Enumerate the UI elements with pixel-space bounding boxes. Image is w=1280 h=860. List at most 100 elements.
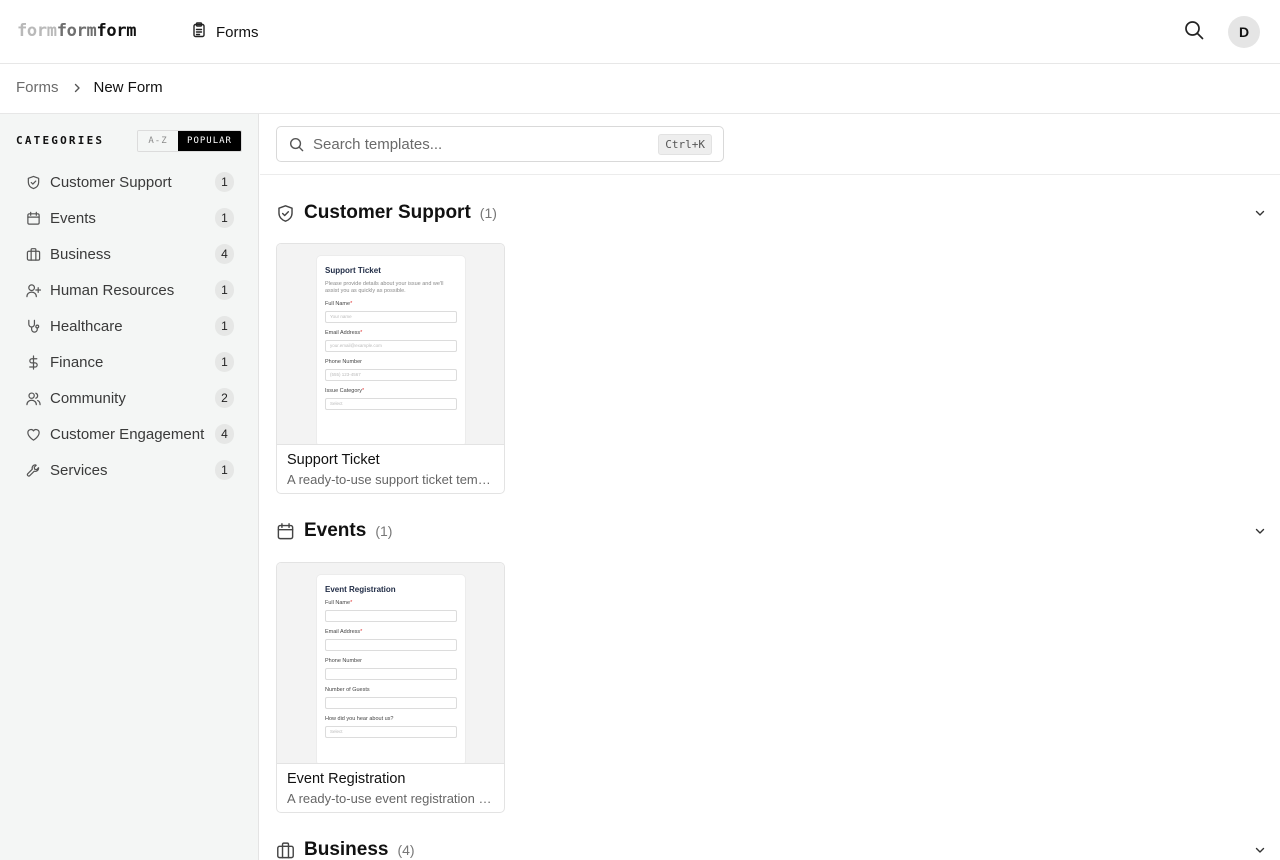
template-card-event-registration[interactable]: Event Registration Full Name* Email Addr… [276,562,505,813]
section-header-business[interactable]: Business (4) [276,836,1266,860]
template-search-input[interactable] [313,127,643,161]
category-count-badge: 4 [215,424,234,444]
sidebar-item-services[interactable]: Services 1 [16,452,242,488]
template-description: A ready-to-use support ticket template [287,472,495,487]
sidebar-item-business[interactable]: Business 4 [16,236,242,272]
required-marker: * [360,629,363,635]
chevron-right-icon [72,83,82,93]
breadcrumb-bar: Forms New Form [0,64,1280,114]
preview-field-input: Select [325,726,457,738]
category-count-badge: 2 [215,388,234,408]
template-description: A ready-to-use event registration templa… [287,791,495,806]
section-header-events[interactable]: Events (1) [276,517,1266,545]
preview-field-label: Full Name [325,600,351,606]
logo-part-2: form [56,21,97,41]
preview-field-input: Select [325,398,457,410]
nav-forms-label: Forms [216,23,259,41]
calendar-icon [276,521,296,541]
template-preview: Event Registration Full Name* Email Addr… [277,563,504,764]
section-title: Customer Support [304,202,471,223]
preview-field-label: Phone Number [325,658,362,664]
user-avatar[interactable]: D [1228,16,1260,48]
sidebar-item-label: Services [50,461,108,479]
section-header-customer-support[interactable]: Customer Support (1) [276,199,1266,227]
chevron-down-icon [1254,524,1266,542]
preview-field-input: (555) 123-4567 [325,369,457,381]
preview-field-label: Issue Category [325,388,362,394]
sidebar-item-label: Finance [50,353,104,371]
category-count-badge: 1 [215,460,234,480]
category-count-badge: 1 [215,208,234,228]
preview-field: Email Address* [325,629,457,651]
preview-field-label: Email Address [325,330,361,336]
preview-field: How did you hear about us? Select [325,716,457,738]
preview-field-label: Full Name [325,301,351,307]
sidebar-item-label: Business [50,245,111,263]
preview-field-label: Email Address [325,629,361,635]
clipboard-icon [191,22,207,42]
section-title: Events [304,520,367,541]
preview-field-label: Phone Number [325,359,362,365]
template-name: Support Ticket [287,452,380,468]
sidebar-item-customer-support[interactable]: Customer Support 1 [16,164,242,200]
section-count: (1) [479,205,497,221]
preview-field: Phone Number [325,658,457,680]
calendar-icon [26,211,41,226]
sort-az-button[interactable]: A-Z [138,131,178,151]
app-logo[interactable]: formformform [17,21,137,41]
required-marker: * [350,301,353,307]
template-search-box: Ctrl+K [276,126,724,162]
sort-popular-button[interactable]: POPULAR [178,131,241,151]
sidebar-item-label: Events [50,209,96,227]
preview-field-input [325,668,457,680]
categories-sidebar: CATEGORIES A-Z POPULAR Customer Support … [0,114,259,860]
sidebar-item-customer-engagement[interactable]: Customer Engagement 4 [16,416,242,452]
category-list: Customer Support 1 Events 1 Business 4 H… [16,164,242,488]
preview-field-label: Number of Guests [325,687,370,693]
preview-title: Support Ticket [325,266,381,275]
sidebar-item-events[interactable]: Events 1 [16,200,242,236]
breadcrumb-forms-link[interactable]: Forms [16,79,59,96]
nav-forms-link[interactable]: Forms [191,20,259,44]
preview-field: Phone Number (555) 123-4567 [325,359,457,381]
section-count: (4) [397,842,415,858]
preview-field-label: How did you hear about us? [325,716,394,722]
header-search-button[interactable] [1182,20,1206,44]
preview-field: Full Name* [325,600,457,622]
required-marker: * [350,600,353,606]
briefcase-icon [276,840,296,860]
category-count-badge: 1 [215,172,234,192]
preview-field-input: Your name [325,311,457,323]
sidebar-item-healthcare[interactable]: Healthcare 1 [16,308,242,344]
section-title: Business [304,839,389,860]
preview-field-input: your.email@example.com [325,340,457,352]
form-preview: Support Ticket Please provide details ab… [317,256,465,444]
template-card-support-ticket[interactable]: Support Ticket Please provide details ab… [276,243,505,494]
search-icon [1184,20,1204,45]
logo-part-3: form [96,21,137,41]
sidebar-item-label: Customer Support [50,173,172,191]
category-count-badge: 1 [215,280,234,300]
preview-field: Full Name* Your name [325,301,457,323]
sort-toggle: A-Z POPULAR [137,130,242,152]
sidebar-item-label: Healthcare [50,317,123,335]
preview-field-input [325,610,457,622]
keyboard-shortcut-badge: Ctrl+K [658,134,712,155]
sidebar-item-label: Human Resources [50,281,175,299]
sidebar-item-finance[interactable]: Finance 1 [16,344,242,380]
template-preview: Support Ticket Please provide details ab… [277,244,504,445]
briefcase-icon [26,247,41,262]
chevron-down-icon [1254,843,1266,860]
preview-field-input [325,697,457,709]
sidebar-item-label: Customer Engagement [50,425,205,443]
sidebar-item-human-resources[interactable]: Human Resources 1 [16,272,242,308]
template-name: Event Registration [287,771,406,787]
preview-field: Issue Category* Select [325,388,457,410]
shield-check-icon [26,175,41,190]
sidebar-item-community[interactable]: Community 2 [16,380,242,416]
preview-field: Number of Guests [325,687,457,709]
categories-heading: CATEGORIES [16,134,105,147]
users-icon [26,391,41,406]
dollar-icon [26,354,41,370]
category-count-badge: 1 [215,316,234,336]
